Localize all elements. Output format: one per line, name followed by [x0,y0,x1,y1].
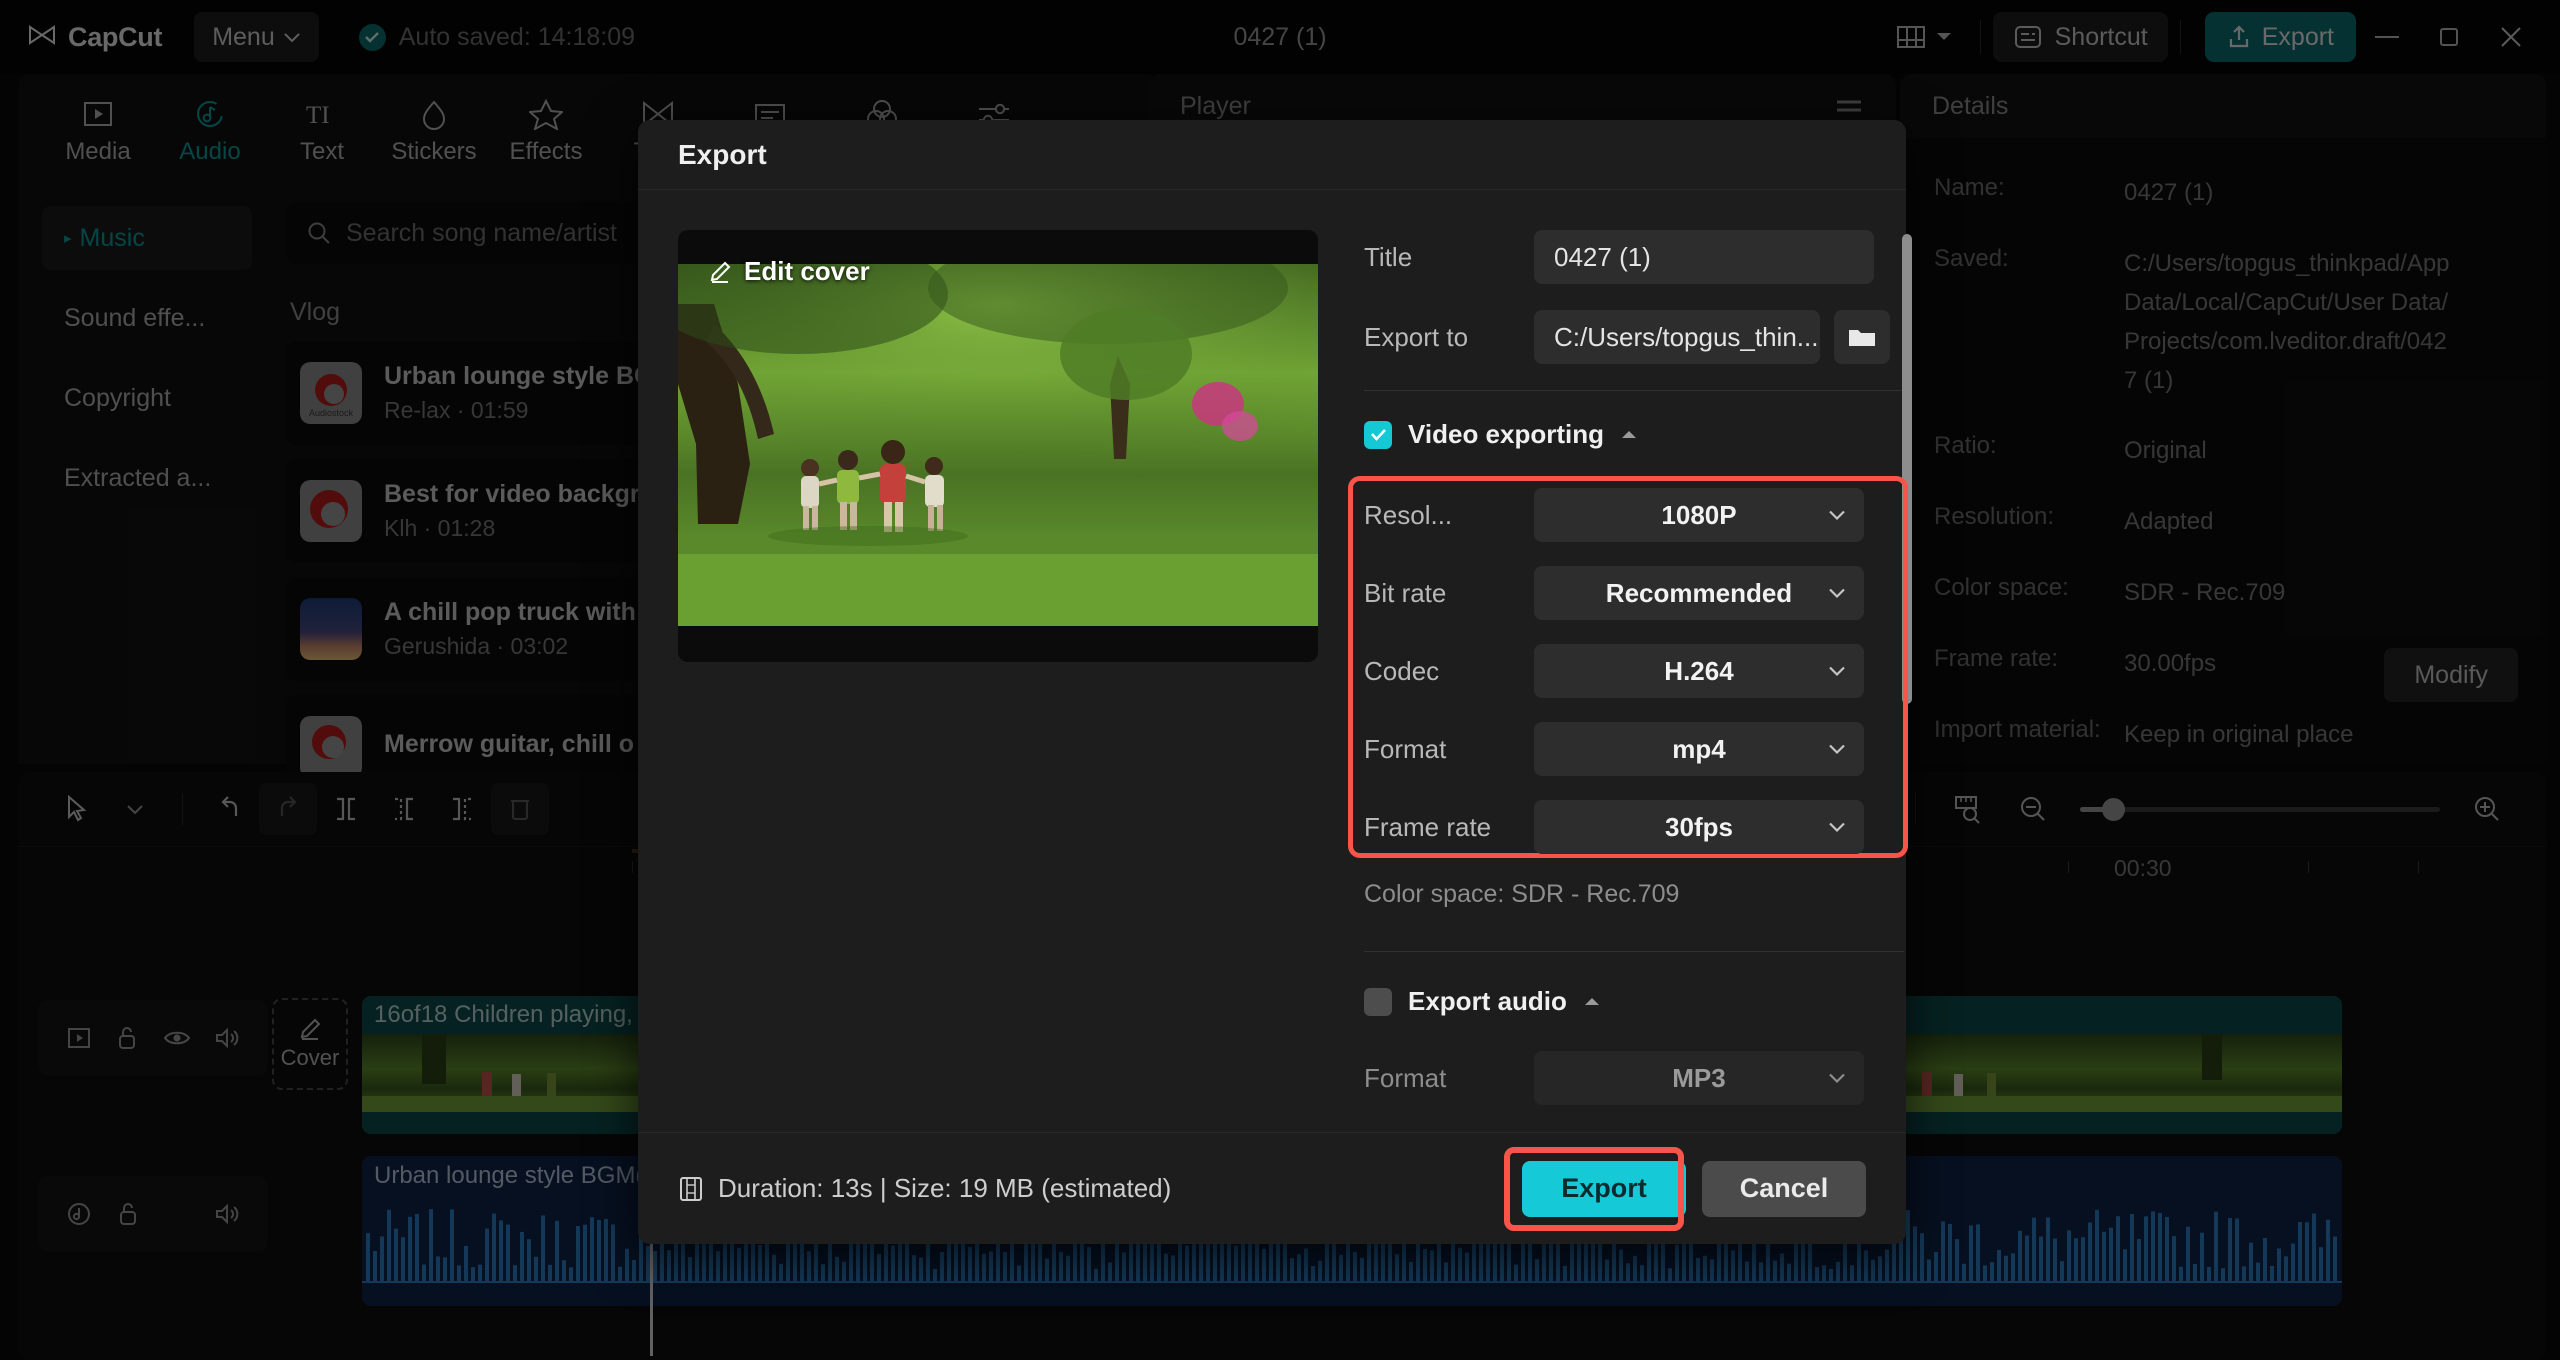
export-settings-column: Title 0427 (1) Export to C:/Users/topgus… [1318,230,1904,1132]
export-audio-label: Export audio [1408,986,1567,1017]
bitrate-row: Bit rate Recommended [1364,566,1904,620]
video-settings-group: Resol... 1080P Bit rate Recommended [1364,476,1904,854]
divider [1364,951,1904,952]
export-to-label: Export to [1364,322,1534,353]
title-input[interactable]: 0427 (1) [1534,230,1874,284]
edit-cover-label: Edit cover [744,256,870,287]
resolution-row: Resol... 1080P [1364,476,1904,542]
chevron-down-icon [1828,1073,1846,1084]
bitrate-select[interactable]: Recommended [1534,566,1864,620]
export-dialog: Export Edit cover [638,120,1906,1244]
framerate-label: Frame rate [1364,812,1534,843]
color-space-note: Color space: SDR - Rec.709 [1364,880,1904,909]
chevron-down-icon [1828,822,1846,833]
title-field-label: Title [1364,242,1534,273]
chevron-down-icon [1828,744,1846,755]
bitrate-value: Recommended [1606,578,1792,609]
export-dialog-footer: Duration: 13s | Size: 19 MB (estimated) … [638,1132,1906,1244]
framerate-value: 30fps [1665,812,1733,843]
export-path-input[interactable]: C:/Users/topgus_thin... [1534,310,1820,364]
audio-format-row: Format MP3 [1364,1051,1904,1105]
export-audio-checkbox[interactable] [1364,988,1392,1016]
audio-format-label: Format [1364,1063,1534,1094]
footer-buttons: Export Cancel [1522,1161,1866,1217]
title-field-row: Title 0427 (1) [1364,230,1904,284]
cover-preview-column: Edit cover [678,230,1318,1132]
format-label: Format [1364,734,1534,765]
codec-label: Codec [1364,656,1534,687]
resolution-label: Resol... [1364,500,1534,531]
export-confirm-button[interactable]: Export [1522,1161,1686,1217]
audio-format-select[interactable]: MP3 [1534,1051,1864,1105]
format-row: Format mp4 [1364,722,1904,776]
chevron-up-icon[interactable] [1620,429,1638,440]
cover-image [678,264,1318,626]
divider [1364,390,1904,391]
cover-card[interactable]: Edit cover [678,230,1318,662]
video-exporting-label: Video exporting [1408,419,1604,450]
codec-select[interactable]: H.264 [1534,644,1864,698]
folder-icon[interactable] [1834,310,1890,364]
chevron-down-icon [1828,510,1846,521]
audio-format-value: MP3 [1672,1063,1725,1094]
export-to-row: Export to C:/Users/topgus_thin... [1364,310,1904,364]
chevron-down-icon [1828,588,1846,599]
chevron-down-icon [1828,666,1846,677]
film-strip-icon [678,1175,704,1203]
duration-info: Duration: 13s | Size: 19 MB (estimated) [678,1173,1171,1204]
resolution-value: 1080P [1661,500,1736,531]
export-dialog-body: Edit cover [638,190,1906,1132]
video-exporting-checkbox[interactable] [1364,421,1392,449]
duration-text: Duration: 13s | Size: 19 MB (estimated) [718,1173,1171,1204]
resolution-select[interactable]: 1080P [1534,488,1864,542]
codec-row: Codec H.264 [1364,644,1904,698]
chevron-up-icon[interactable] [1583,996,1601,1007]
framerate-row: Frame rate 30fps [1364,800,1904,854]
format-select[interactable]: mp4 [1534,722,1864,776]
bitrate-label: Bit rate [1364,578,1534,609]
pencil-icon [708,260,732,284]
codec-value: H.264 [1664,656,1733,687]
format-value: mp4 [1672,734,1725,765]
video-exporting-header[interactable]: Video exporting [1364,419,1904,450]
framerate-select[interactable]: 30fps [1534,800,1864,854]
cancel-button[interactable]: Cancel [1702,1161,1866,1217]
edit-cover-button[interactable]: Edit cover [708,256,870,287]
export-audio-header[interactable]: Export audio [1364,986,1904,1017]
export-dialog-title: Export [638,120,1906,190]
